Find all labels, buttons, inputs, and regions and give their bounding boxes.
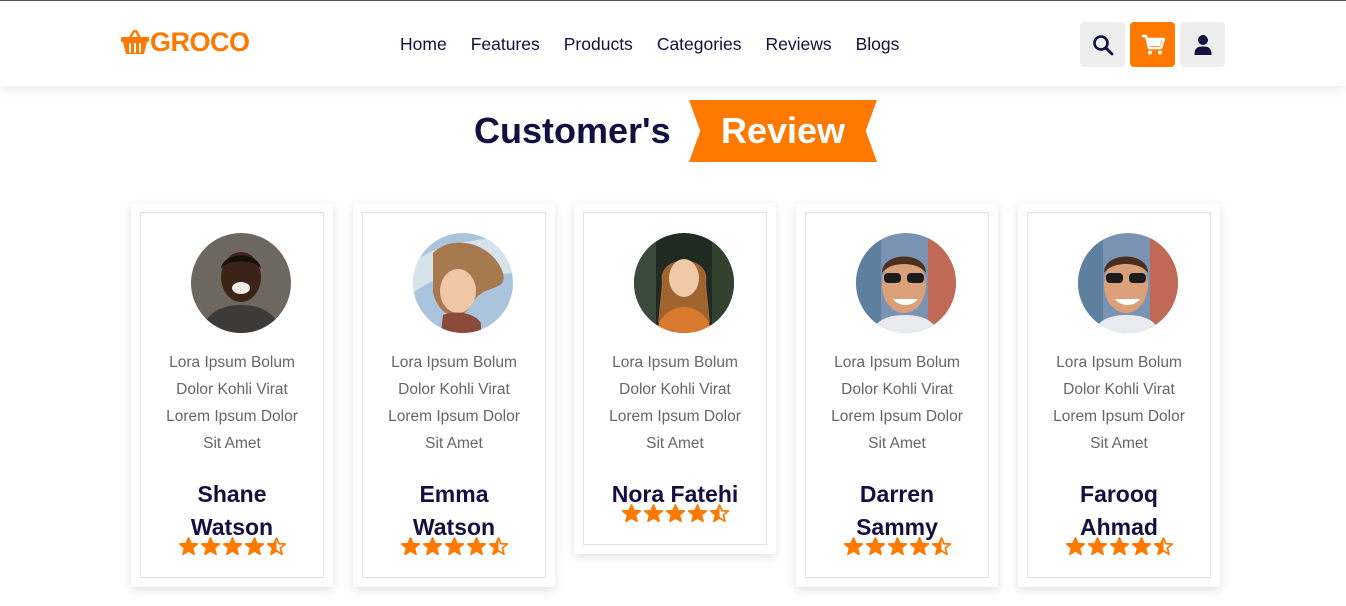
star-icon — [865, 537, 885, 556]
avatar — [191, 233, 291, 333]
cart-icon — [1141, 34, 1165, 54]
nav-categories[interactable]: Categories — [657, 33, 742, 55]
star-icon — [466, 537, 486, 556]
account-button[interactable] — [1180, 22, 1225, 67]
section-heading: Customer's Review — [0, 100, 1346, 162]
star-icon — [1087, 537, 1107, 556]
star-icon — [843, 537, 863, 556]
logo[interactable]: GROCO — [121, 28, 250, 56]
avatar — [634, 233, 734, 333]
nav-blogs[interactable]: Blogs — [856, 33, 900, 55]
review-card: Lora Ipsum Bolum Dolor Kohli Virat Lorem I… — [131, 203, 333, 587]
header-icons — [1080, 22, 1225, 67]
star-half-icon — [488, 537, 508, 556]
star-icon — [621, 504, 641, 523]
star-rating — [806, 537, 988, 556]
reviewer-name: Farooq Ahmad — [1080, 481, 1158, 540]
avatar — [1078, 233, 1178, 333]
star-icon — [687, 504, 707, 523]
reviewer-name: Shane Watson — [190, 481, 274, 540]
star-icon — [909, 537, 929, 556]
reviewer-name: Darren Sammy — [856, 481, 938, 540]
review-card: Lora Ipsum Bolum Dolor Kohli Virat Lorem I… — [796, 203, 998, 587]
star-half-icon — [266, 537, 286, 556]
reviewer-name: Emma Watson — [412, 481, 496, 540]
nav-home[interactable]: Home — [400, 33, 447, 55]
search-button[interactable] — [1080, 22, 1125, 67]
basket-icon — [121, 29, 149, 54]
review-text: Lora Ipsum Bolum Dolor Kohli Virat Lorem I… — [388, 354, 520, 452]
site-header: GROCO Home Features Products Categories … — [0, 1, 1346, 86]
avatar — [413, 233, 513, 333]
cart-button[interactable] — [1130, 22, 1175, 67]
avatar — [856, 233, 956, 333]
main-nav: Home Features Products Categories Review… — [400, 33, 899, 55]
star-rating — [584, 504, 766, 523]
heading-text: Customer's — [474, 110, 671, 151]
star-half-icon — [1153, 537, 1173, 556]
review-card: Lora Ipsum Bolum Dolor Kohli Virat Lorem I… — [353, 203, 555, 587]
review-text: Lora Ipsum Bolum Dolor Kohli Virat Lorem I… — [166, 354, 298, 452]
star-icon — [643, 504, 663, 523]
star-icon — [887, 537, 907, 556]
review-text: Lora Ipsum Bolum Dolor Kohli Virat Lorem I… — [609, 354, 741, 452]
review-text: Lora Ipsum Bolum Dolor Kohli Virat Lorem I… — [1053, 354, 1185, 452]
user-icon — [1194, 34, 1211, 55]
star-icon — [400, 537, 420, 556]
star-icon — [422, 537, 442, 556]
star-icon — [200, 537, 220, 556]
logo-text: GROCO — [150, 27, 250, 57]
star-icon — [178, 537, 198, 556]
star-icon — [1109, 537, 1129, 556]
star-rating — [141, 537, 323, 556]
star-half-icon — [931, 537, 951, 556]
star-icon — [222, 537, 242, 556]
review-text: Lora Ipsum Bolum Dolor Kohli Virat Lorem I… — [831, 354, 963, 452]
star-half-icon — [709, 504, 729, 523]
star-icon — [665, 504, 685, 523]
star-rating — [363, 537, 545, 556]
review-card: Lora Ipsum Bolum Dolor Kohli Virat Lorem I… — [574, 203, 776, 554]
nav-features[interactable]: Features — [471, 33, 540, 55]
nav-products[interactable]: Products — [564, 33, 633, 55]
star-icon — [1065, 537, 1085, 556]
review-card: Lora Ipsum Bolum Dolor Kohli Virat Lorem I… — [1018, 203, 1220, 587]
star-rating — [1028, 537, 1210, 556]
heading-accent: Review — [720, 110, 846, 151]
star-icon — [1131, 537, 1151, 556]
star-icon — [444, 537, 464, 556]
search-icon — [1092, 34, 1113, 55]
nav-reviews[interactable]: Reviews — [765, 33, 831, 55]
star-icon — [244, 537, 264, 556]
